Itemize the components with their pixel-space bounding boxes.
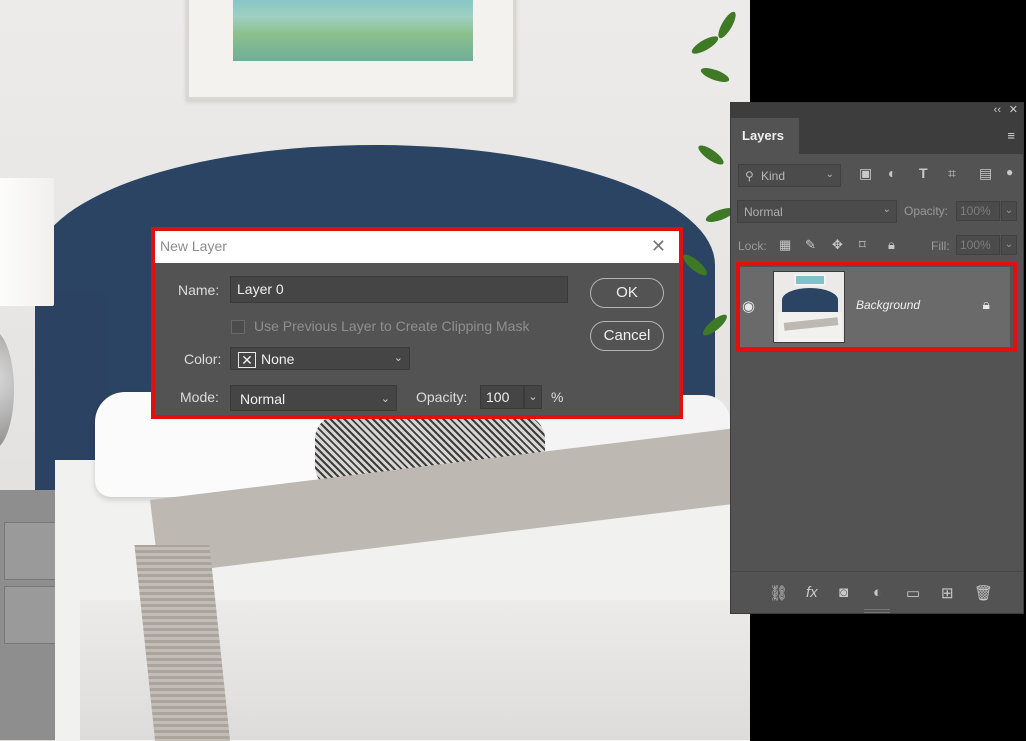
plant-leaf bbox=[689, 33, 721, 57]
blend-mode-value: Normal bbox=[744, 205, 783, 219]
panel-opacity-dropdown[interactable]: ⌄ bbox=[1001, 201, 1017, 221]
dialog-highlight-box bbox=[151, 227, 683, 419]
layer-style-fx-icon[interactable]: fx bbox=[806, 584, 818, 601]
close-panel-icon[interactable]: ✕ bbox=[1009, 103, 1018, 118]
plant-leaf bbox=[695, 142, 727, 168]
lock-image-pixels-icon[interactable]: ✎ bbox=[805, 237, 816, 253]
fill-label: Fill: bbox=[931, 239, 950, 253]
new-group-folder-icon[interactable]: ▭ bbox=[906, 584, 920, 602]
shape-layer-filter-icon[interactable]: ⌗ bbox=[948, 165, 956, 182]
lock-transparent-pixels-icon[interactable]: ▦ bbox=[779, 237, 791, 253]
lock-all-icon[interactable]: 🔒︎ bbox=[888, 237, 895, 253]
pixel-layer-filter-icon[interactable]: ▣ bbox=[859, 165, 872, 182]
chevron-down-icon: ⌄ bbox=[882, 204, 891, 215]
panel-tabs: Layers ≡ bbox=[731, 118, 1023, 154]
panel-header-strip: ‹‹ ✕ bbox=[731, 103, 1023, 118]
layers-panel: ‹‹ ✕ Layers ≡ ⚲ Kind ⌄ ▣ ◐ T ⌗ ▤ ● Norma… bbox=[730, 102, 1024, 614]
trash-icon[interactable]: 🗑︎ bbox=[974, 584, 993, 602]
collapse-panel-icon[interactable]: ‹‹ bbox=[994, 103, 1001, 118]
lamp-shade bbox=[0, 178, 54, 306]
lock-label: Lock: bbox=[738, 239, 767, 253]
filter-kind-value: Kind bbox=[761, 169, 786, 183]
blend-mode-select[interactable]: Normal ⌄ bbox=[737, 200, 897, 223]
panel-opacity-input[interactable]: 100% bbox=[956, 201, 1000, 221]
lock-position-icon[interactable]: ✥ bbox=[832, 237, 843, 253]
layer-filter-select[interactable]: ⚲ Kind ⌄ bbox=[738, 164, 841, 187]
fill-dropdown[interactable]: ⌄ bbox=[1001, 235, 1017, 255]
layer-highlight-box bbox=[736, 262, 1017, 352]
new-layer-icon[interactable]: ⊞ bbox=[941, 584, 954, 602]
type-layer-filter-icon[interactable]: T bbox=[919, 165, 928, 181]
panel-menu-icon[interactable]: ≡ bbox=[1007, 128, 1015, 143]
plant-leaf bbox=[699, 65, 731, 85]
smart-object-filter-icon[interactable]: ▤ bbox=[979, 165, 992, 182]
tab-layers[interactable]: Layers bbox=[731, 118, 799, 154]
wall-art-frame bbox=[186, 0, 516, 100]
panel-resize-grip[interactable] bbox=[864, 609, 890, 613]
filter-toggle-icon[interactable]: ● bbox=[1006, 165, 1013, 179]
adjustment-layer-filter-icon[interactable]: ◐ bbox=[888, 165, 896, 181]
fill-input[interactable]: 100% bbox=[956, 235, 1000, 255]
search-icon: ⚲ bbox=[745, 169, 754, 183]
lock-artboard-icon[interactable]: ⌑ bbox=[859, 237, 866, 253]
new-adjustment-layer-icon[interactable]: ◐ bbox=[873, 584, 882, 601]
panel-opacity-label: Opacity: bbox=[904, 204, 949, 218]
lamp-base bbox=[0, 330, 14, 450]
add-mask-icon[interactable]: ◙ bbox=[839, 584, 848, 601]
chevron-down-icon: ⌄ bbox=[825, 169, 834, 180]
wall-art bbox=[233, 0, 473, 61]
link-layers-icon[interactable]: ⛓ bbox=[769, 584, 788, 602]
plant-leaf bbox=[715, 9, 739, 41]
panel-bottom-toolbar: ⛓ fx ◙ ◐ ▭ ⊞ 🗑︎ bbox=[731, 571, 1023, 613]
